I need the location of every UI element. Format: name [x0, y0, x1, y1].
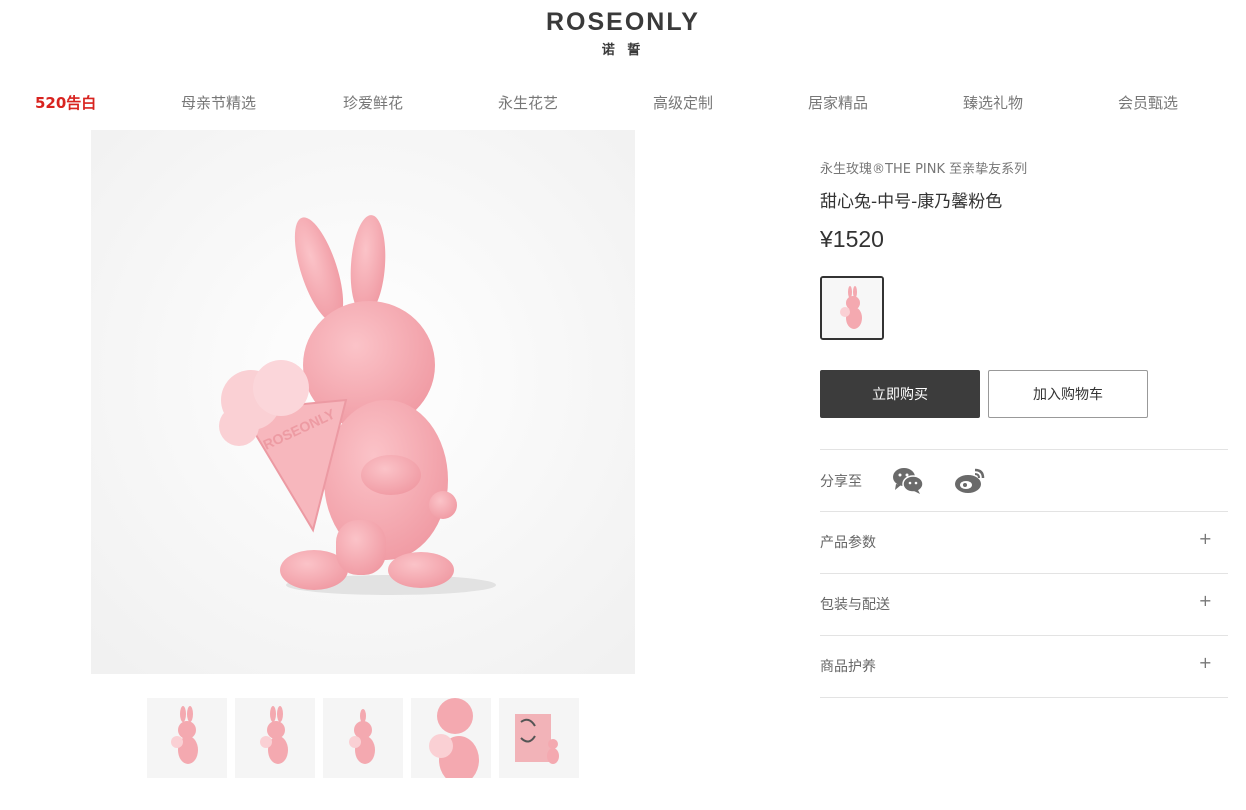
thumbnail-1[interactable] — [147, 698, 227, 778]
nav-item-gifts[interactable]: 臻选礼物 — [963, 92, 1023, 113]
accordion-label: 商品护养 — [820, 659, 876, 675]
thumbnail-3[interactable] — [323, 698, 403, 778]
product-info: 永生玫瑰®THE PINK 至亲挚友系列 甜心兔-中号-康乃馨粉色 ¥1520 — [820, 158, 1228, 253]
thumbnail-5[interactable] — [499, 698, 579, 778]
plus-icon[interactable]: + — [1199, 591, 1212, 610]
divider — [820, 697, 1228, 698]
product-main-image[interactable]: ROSEONLY — [91, 130, 635, 674]
accordion-label: 包装与配送 — [820, 597, 890, 613]
buy-now-button[interactable]: 立即购买 — [820, 370, 980, 418]
product-title: 甜心兔-中号-康乃馨粉色 — [820, 192, 1003, 212]
nav-item-members[interactable]: 会员甄选 — [1118, 92, 1178, 113]
weibo-icon[interactable] — [953, 464, 987, 496]
nav-item-mothers-day[interactable]: 母亲节精选 — [181, 92, 256, 113]
bunny-illustration: ROSEONLY — [91, 130, 635, 674]
main-nav: 520告白 母亲节精选 珍爱鲜花 永生花艺 高级定制 居家精品 臻选礼物 会员甄… — [0, 92, 1246, 118]
nav-item-fresh-flowers[interactable]: 珍爱鲜花 — [343, 92, 403, 113]
wechat-icon[interactable] — [891, 464, 925, 496]
nav-item-preserved-flowers[interactable]: 永生花艺 — [498, 92, 558, 113]
product-series[interactable]: 永生玫瑰®THE PINK 至亲挚友系列 — [820, 158, 1228, 177]
brand-logo[interactable]: ROSEONLY — [0, 8, 1246, 37]
accordion-label: 产品参数 — [820, 535, 876, 551]
accordion-packaging-delivery[interactable]: 包装与配送 + — [820, 574, 1228, 635]
accordion-product-params[interactable]: 产品参数 + — [820, 512, 1228, 573]
share-row: 分享至 — [820, 462, 1228, 498]
variant-swatch[interactable] — [820, 276, 884, 340]
thumbnail-4[interactable] — [411, 698, 491, 778]
plus-icon[interactable]: + — [1199, 653, 1212, 672]
thumbnail-2[interactable] — [235, 698, 315, 778]
nav-item-520[interactable]: 520告白 — [35, 92, 96, 113]
brand-header: ROSEONLY 诺 誓 — [0, 8, 1246, 58]
nav-item-custom[interactable]: 高级定制 — [653, 92, 713, 113]
product-price: ¥1520 — [820, 226, 884, 252]
divider — [820, 449, 1228, 450]
brand-subtitle: 诺 誓 — [601, 43, 645, 58]
accordion-product-care[interactable]: 商品护养 + — [820, 636, 1228, 697]
share-label: 分享至 — [820, 474, 862, 490]
add-to-cart-button[interactable]: 加入购物车 — [988, 370, 1148, 418]
plus-icon[interactable]: + — [1199, 529, 1212, 548]
nav-item-home[interactable]: 居家精品 — [808, 92, 868, 113]
